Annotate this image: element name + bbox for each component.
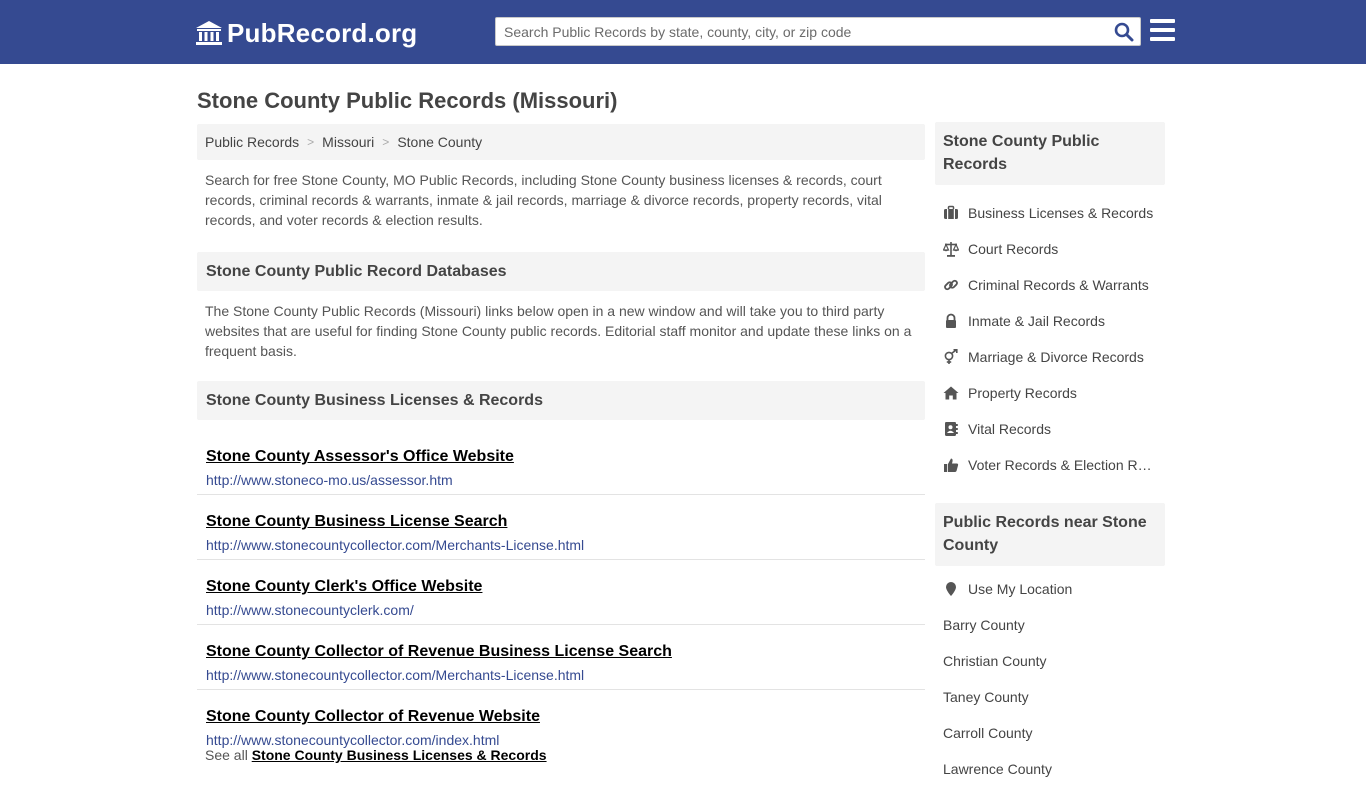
- lock-icon: [946, 313, 956, 328]
- intro-text: Search for free Stone County, MO Public …: [205, 172, 882, 228]
- sidebar: Stone County Public Records Business Lic…: [935, 122, 1165, 787]
- sidebar-item-label: Inmate & Jail Records: [968, 313, 1105, 329]
- breadcrumb: Public Records > Missouri > Stone County: [197, 124, 925, 160]
- sidebar-item-court[interactable]: Court Records: [935, 231, 1165, 267]
- record-link-url[interactable]: http://www.stonecountycollector.com/Merc…: [206, 667, 925, 683]
- breadcrumb-stone-county[interactable]: Stone County: [397, 134, 482, 150]
- sidebar-item-business[interactable]: Business Licenses & Records: [935, 195, 1165, 231]
- breadcrumb-separator: >: [382, 135, 390, 149]
- sidebar-item-inmate[interactable]: Inmate & Jail Records: [935, 303, 1165, 339]
- logo-text: PubRecord.org: [227, 17, 418, 48]
- databases-heading: Stone County Public Record Databases: [197, 252, 925, 291]
- record-link-title[interactable]: Stone County Assessor's Office Website: [206, 448, 925, 466]
- breadcrumb-public-records[interactable]: Public Records: [205, 134, 299, 150]
- sidebar-item-label: Criminal Records & Warrants: [968, 277, 1149, 293]
- use-my-location-link[interactable]: Use My Location: [935, 571, 1165, 607]
- main-content: Public Records > Missouri > Stone County…: [197, 124, 925, 763]
- record-link-title[interactable]: Stone County Clerk's Office Website: [206, 578, 925, 596]
- top-navbar: PubRecord.org: [0, 0, 1366, 64]
- sidebar-item-label: Court Records: [968, 241, 1059, 257]
- record-link-title[interactable]: Stone County Business License Search: [206, 513, 925, 531]
- list-item: Stone County Assessor's Office Website h…: [197, 430, 925, 495]
- sidebar-item-property[interactable]: Property Records: [935, 375, 1165, 411]
- see-all-prefix: See all: [205, 747, 248, 763]
- sidebar-item-voter[interactable]: Voter Records & Election Results: [935, 447, 1165, 483]
- list-item: Stone County Collector of Revenue Websit…: [197, 690, 925, 748]
- nearby-county-link[interactable]: Carroll County: [935, 715, 1165, 751]
- contact-book-icon: [945, 422, 958, 436]
- sidebar-item-label: Voter Records & Election Results: [968, 457, 1158, 473]
- breadcrumb-separator: >: [307, 135, 315, 149]
- nearby-county-link[interactable]: Christian County: [935, 643, 1165, 679]
- databases-description: The Stone County Public Records (Missour…: [205, 303, 912, 359]
- record-link-url[interactable]: http://www.stonecountyclerk.com/: [206, 602, 925, 618]
- see-all-row: See all Stone County Business Licenses &…: [197, 747, 925, 763]
- sidebar-category-list: Business Licenses & Records Court Record…: [935, 185, 1165, 483]
- record-link-title[interactable]: Stone County Collector of Revenue Busine…: [206, 643, 925, 661]
- search-bar: [495, 17, 1141, 46]
- breadcrumb-missouri[interactable]: Missouri: [322, 134, 374, 150]
- sidebar-heading: Stone County Public Records: [935, 122, 1165, 185]
- thumbs-up-icon: [944, 458, 959, 472]
- sidebar-item-label: Vital Records: [968, 421, 1052, 437]
- sidebar-item-label: Property Records: [968, 385, 1077, 401]
- nearby-county-link[interactable]: Barry County: [935, 607, 1165, 643]
- site-logo[interactable]: PubRecord.org: [195, 17, 417, 49]
- see-all-link[interactable]: Stone County Business Licenses & Records: [252, 747, 547, 763]
- nearby-counties-list: Use My Location Barry County Christian C…: [935, 566, 1165, 787]
- search-icon[interactable]: [1114, 22, 1134, 42]
- record-link-url[interactable]: http://www.stonecountycollector.com/Merc…: [206, 537, 925, 553]
- nearby-county-link[interactable]: Lawrence County: [935, 751, 1165, 787]
- scale-icon: [943, 242, 959, 257]
- hamburger-menu-icon[interactable]: [1150, 19, 1175, 41]
- home-icon: [943, 386, 959, 400]
- list-item: Stone County Collector of Revenue Busine…: [197, 625, 925, 690]
- record-link-url[interactable]: http://www.stonecountycollector.com/inde…: [206, 732, 925, 748]
- list-item: Stone County Clerk's Office Website http…: [197, 560, 925, 625]
- courthouse-icon: [196, 21, 222, 45]
- search-input[interactable]: [496, 18, 1106, 45]
- link-icon: [944, 279, 958, 291]
- gender-icon: [944, 349, 958, 364]
- list-item: Stone County Business License Search htt…: [197, 495, 925, 560]
- record-link-title[interactable]: Stone County Collector of Revenue Websit…: [206, 708, 925, 726]
- business-links-list: Stone County Assessor's Office Website h…: [197, 430, 925, 748]
- sidebar-item-label: Marriage & Divorce Records: [968, 349, 1144, 365]
- record-link-url[interactable]: http://www.stoneco-mo.us/assessor.htm: [206, 472, 925, 488]
- use-my-location-label: Use My Location: [968, 581, 1073, 597]
- business-heading: Stone County Business Licenses & Records: [197, 381, 925, 420]
- sidebar-item-label: Business Licenses & Records: [968, 205, 1154, 221]
- briefcase-icon: [944, 205, 958, 219]
- map-pin-icon: [946, 582, 956, 596]
- nearby-heading: Public Records near Stone County: [935, 503, 1165, 566]
- sidebar-item-marriage[interactable]: Marriage & Divorce Records: [935, 339, 1165, 375]
- sidebar-item-vital[interactable]: Vital Records: [935, 411, 1165, 447]
- page-title: Stone County Public Records (Missouri): [197, 88, 618, 113]
- nearby-county-link[interactable]: Taney County: [935, 679, 1165, 715]
- sidebar-item-criminal[interactable]: Criminal Records & Warrants: [935, 267, 1165, 303]
